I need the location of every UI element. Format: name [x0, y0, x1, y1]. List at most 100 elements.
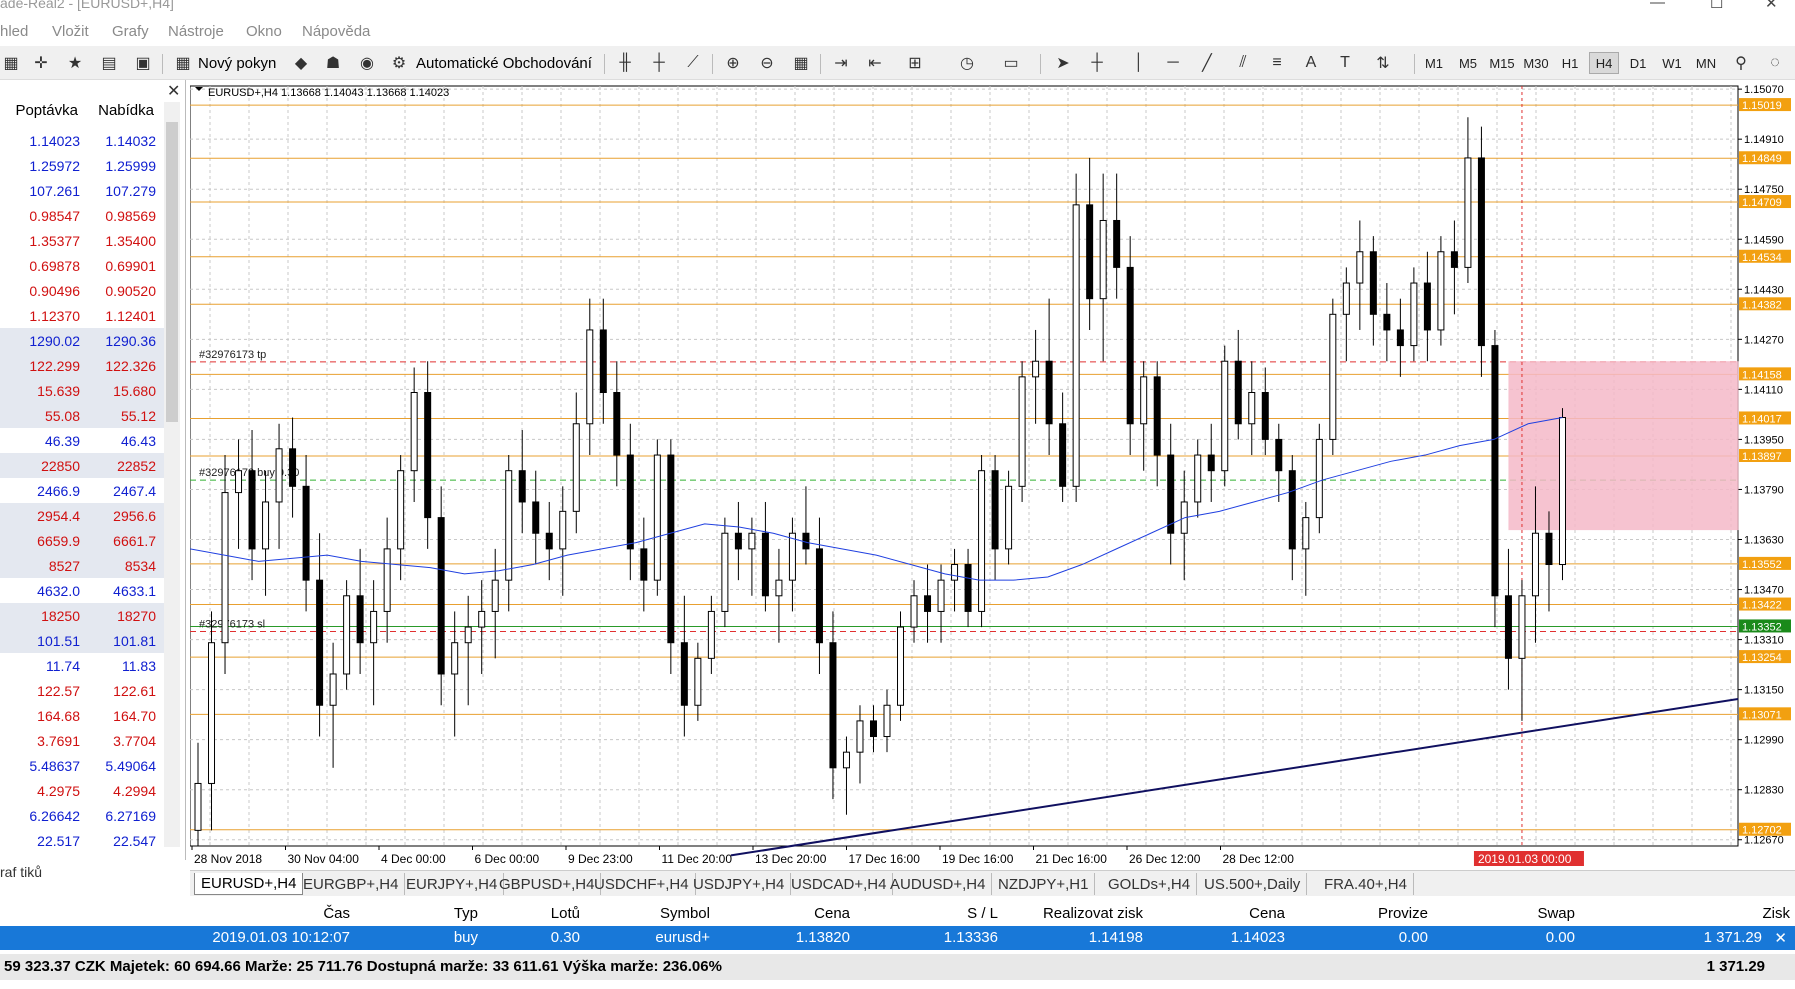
- chart-shift-icon[interactable]: ⇤: [864, 52, 886, 74]
- close-position-icon[interactable]: ✕: [1774, 929, 1787, 947]
- tf-m15[interactable]: M15: [1487, 52, 1517, 74]
- new-order-button[interactable]: Nový pokyn: [198, 50, 276, 76]
- watch-row[interactable]: 55.08 55.12: [0, 403, 164, 428]
- chart-tab[interactable]: EURUSD+,H4: [194, 873, 304, 895]
- watch-row[interactable]: 1290.02 1290.36: [0, 328, 164, 353]
- navigator-icon[interactable]: ▣: [132, 52, 154, 74]
- watch-row[interactable]: 1.14023 1.14032: [0, 128, 164, 153]
- fibonacci-icon[interactable]: ≡: [1266, 52, 1288, 74]
- watch-row[interactable]: 101.51 101.81: [0, 628, 164, 653]
- menu-charts[interactable]: Grafy: [112, 23, 149, 40]
- watch-row[interactable]: 2954.4 2956.6: [0, 503, 164, 528]
- chart-tab[interactable]: GOLDs+,H4: [1102, 873, 1198, 895]
- watch-row[interactable]: 0.90496 0.90520: [0, 278, 164, 303]
- watch-row[interactable]: 1.12370 1.12401: [0, 303, 164, 328]
- trendline-icon[interactable]: ╱: [1196, 52, 1218, 74]
- tf-d1[interactable]: D1: [1623, 52, 1653, 74]
- watch-row[interactable]: 46.39 46.43: [0, 428, 164, 453]
- tf-m5[interactable]: M5: [1453, 52, 1483, 74]
- chart-tab[interactable]: GBPUSD+,H4: [493, 873, 602, 895]
- watch-row[interactable]: 1.35377 1.35400: [0, 228, 164, 253]
- arrows-icon[interactable]: ⇅: [1372, 52, 1394, 74]
- chart-tab[interactable]: EURGBP+,H4: [297, 873, 406, 895]
- watch-row[interactable]: 4632.0 4633.1: [0, 578, 164, 603]
- candlestick-chart-icon[interactable]: ┼: [648, 52, 670, 74]
- new-chart-icon[interactable]: ▦: [0, 52, 22, 74]
- signals-icon[interactable]: ☗: [322, 52, 344, 74]
- periods-icon[interactable]: ◷: [956, 52, 978, 74]
- watch-row[interactable]: 4.2975 4.2994: [0, 778, 164, 803]
- terminal-column-header[interactable]: Čas: [323, 900, 350, 926]
- tf-m1[interactable]: M1: [1419, 52, 1449, 74]
- tf-h1[interactable]: H1: [1555, 52, 1585, 74]
- tf-w1[interactable]: W1: [1657, 52, 1687, 74]
- terminal-column-header[interactable]: Lotů: [551, 900, 580, 926]
- menu-tools[interactable]: Nástroje: [168, 23, 224, 40]
- tf-mn[interactable]: MN: [1691, 52, 1721, 74]
- watch-row[interactable]: 0.69878 0.69901: [0, 253, 164, 278]
- chart-tab[interactable]: FRA.40+,H4: [1318, 873, 1414, 895]
- search-icon[interactable]: ⚲: [1730, 52, 1752, 74]
- watch-row[interactable]: 5.48637 5.49064: [0, 753, 164, 778]
- watch-row[interactable]: 122.299 122.326: [0, 353, 164, 378]
- terminal-column-header[interactable]: Typ: [454, 900, 478, 926]
- channel-icon[interactable]: ⫽: [1232, 52, 1254, 74]
- new-order-icon[interactable]: ▦: [172, 52, 194, 74]
- templates-icon[interactable]: ▭: [1000, 52, 1022, 74]
- chart-tab[interactable]: USDJPY+,H4: [687, 873, 792, 895]
- watch-row[interactable]: 15.639 15.680: [0, 378, 164, 403]
- watch-row[interactable]: 11.74 11.83: [0, 653, 164, 678]
- menu-view[interactable]: hled: [0, 23, 28, 40]
- watch-row[interactable]: 122.57 122.61: [0, 678, 164, 703]
- zoom-out-icon[interactable]: ⊖: [756, 52, 778, 74]
- autoscroll-icon[interactable]: ⇥: [830, 52, 852, 74]
- market-watch-scrollbar[interactable]: [164, 102, 180, 847]
- metaeditor-icon[interactable]: ◆: [290, 52, 312, 74]
- market-watch-icon[interactable]: ▤: [98, 52, 120, 74]
- chart-tab[interactable]: USDCAD+,H4: [785, 873, 894, 895]
- text-icon[interactable]: A: [1300, 52, 1322, 74]
- terminal-column-header[interactable]: Symbol: [660, 900, 710, 926]
- tile-windows-icon[interactable]: ▦: [790, 52, 812, 74]
- auto-trading-icon[interactable]: ⚙: [388, 52, 410, 74]
- chart-tab[interactable]: EURJPY+,H4: [400, 873, 505, 895]
- price-chart[interactable]: 1.15070 1.14910 1.14750 1.14590 1.14430 1.142…: [190, 80, 1795, 870]
- close-icon[interactable]: ✕: [167, 81, 180, 101]
- chat-icon[interactable]: ◌: [1764, 52, 1786, 74]
- watch-row[interactable]: 6.26642 6.27169: [0, 803, 164, 828]
- crosshair-icon[interactable]: ┼: [1086, 52, 1108, 74]
- terminal-column-header[interactable]: Cena: [814, 900, 850, 926]
- menu-insert[interactable]: Vložit: [52, 23, 89, 40]
- horizontal-line-icon[interactable]: ─: [1162, 52, 1184, 74]
- terminal-column-header[interactable]: S / L: [967, 900, 998, 926]
- watch-row[interactable]: 164.68 164.70: [0, 703, 164, 728]
- watch-row[interactable]: 0.98547 0.98569: [0, 203, 164, 228]
- menu-help[interactable]: Nápověda: [302, 23, 370, 40]
- watch-row[interactable]: 3.7691 3.7704: [0, 728, 164, 753]
- terminal-column-header[interactable]: Cena: [1249, 900, 1285, 926]
- cursor-icon[interactable]: ➤: [1052, 52, 1074, 74]
- watch-row[interactable]: 22850 22852: [0, 453, 164, 478]
- watch-row[interactable]: 1.25972 1.25999: [0, 153, 164, 178]
- watch-row[interactable]: 2466.9 2467.4: [0, 478, 164, 503]
- terminal-column-header[interactable]: Swap: [1537, 900, 1575, 926]
- bar-chart-icon[interactable]: ╫: [614, 52, 636, 74]
- tick-chart-tab[interactable]: raf tiků: [0, 864, 42, 880]
- favorites-icon[interactable]: ★: [64, 52, 86, 74]
- maximize-icon[interactable]: ☐: [1710, 0, 1723, 12]
- zoom-in-icon[interactable]: ⊕: [722, 52, 744, 74]
- chart-tab[interactable]: US.500+,Daily: [1198, 873, 1308, 895]
- terminal-column-header[interactable]: Provize: [1378, 900, 1428, 926]
- chart-window[interactable]: 1.15070 1.14910 1.14750 1.14590 1.14430 1.142…: [190, 80, 1795, 870]
- crosshair-profile-icon[interactable]: ✛: [30, 52, 52, 74]
- terminal-column-header[interactable]: Zisk: [1763, 900, 1791, 926]
- chart-tab[interactable]: NZDJPY+,H1: [992, 873, 1096, 895]
- text-label-icon[interactable]: T: [1334, 52, 1356, 74]
- watch-row[interactable]: 18250 18270: [0, 603, 164, 628]
- menu-window[interactable]: Okno: [246, 23, 282, 40]
- indicators-icon[interactable]: ⊞: [904, 52, 926, 74]
- tf-m30[interactable]: M30: [1521, 52, 1551, 74]
- vertical-line-icon[interactable]: │: [1128, 52, 1150, 74]
- watch-row[interactable]: 22.517 22.547: [0, 828, 164, 853]
- tf-h4[interactable]: H4: [1589, 52, 1619, 74]
